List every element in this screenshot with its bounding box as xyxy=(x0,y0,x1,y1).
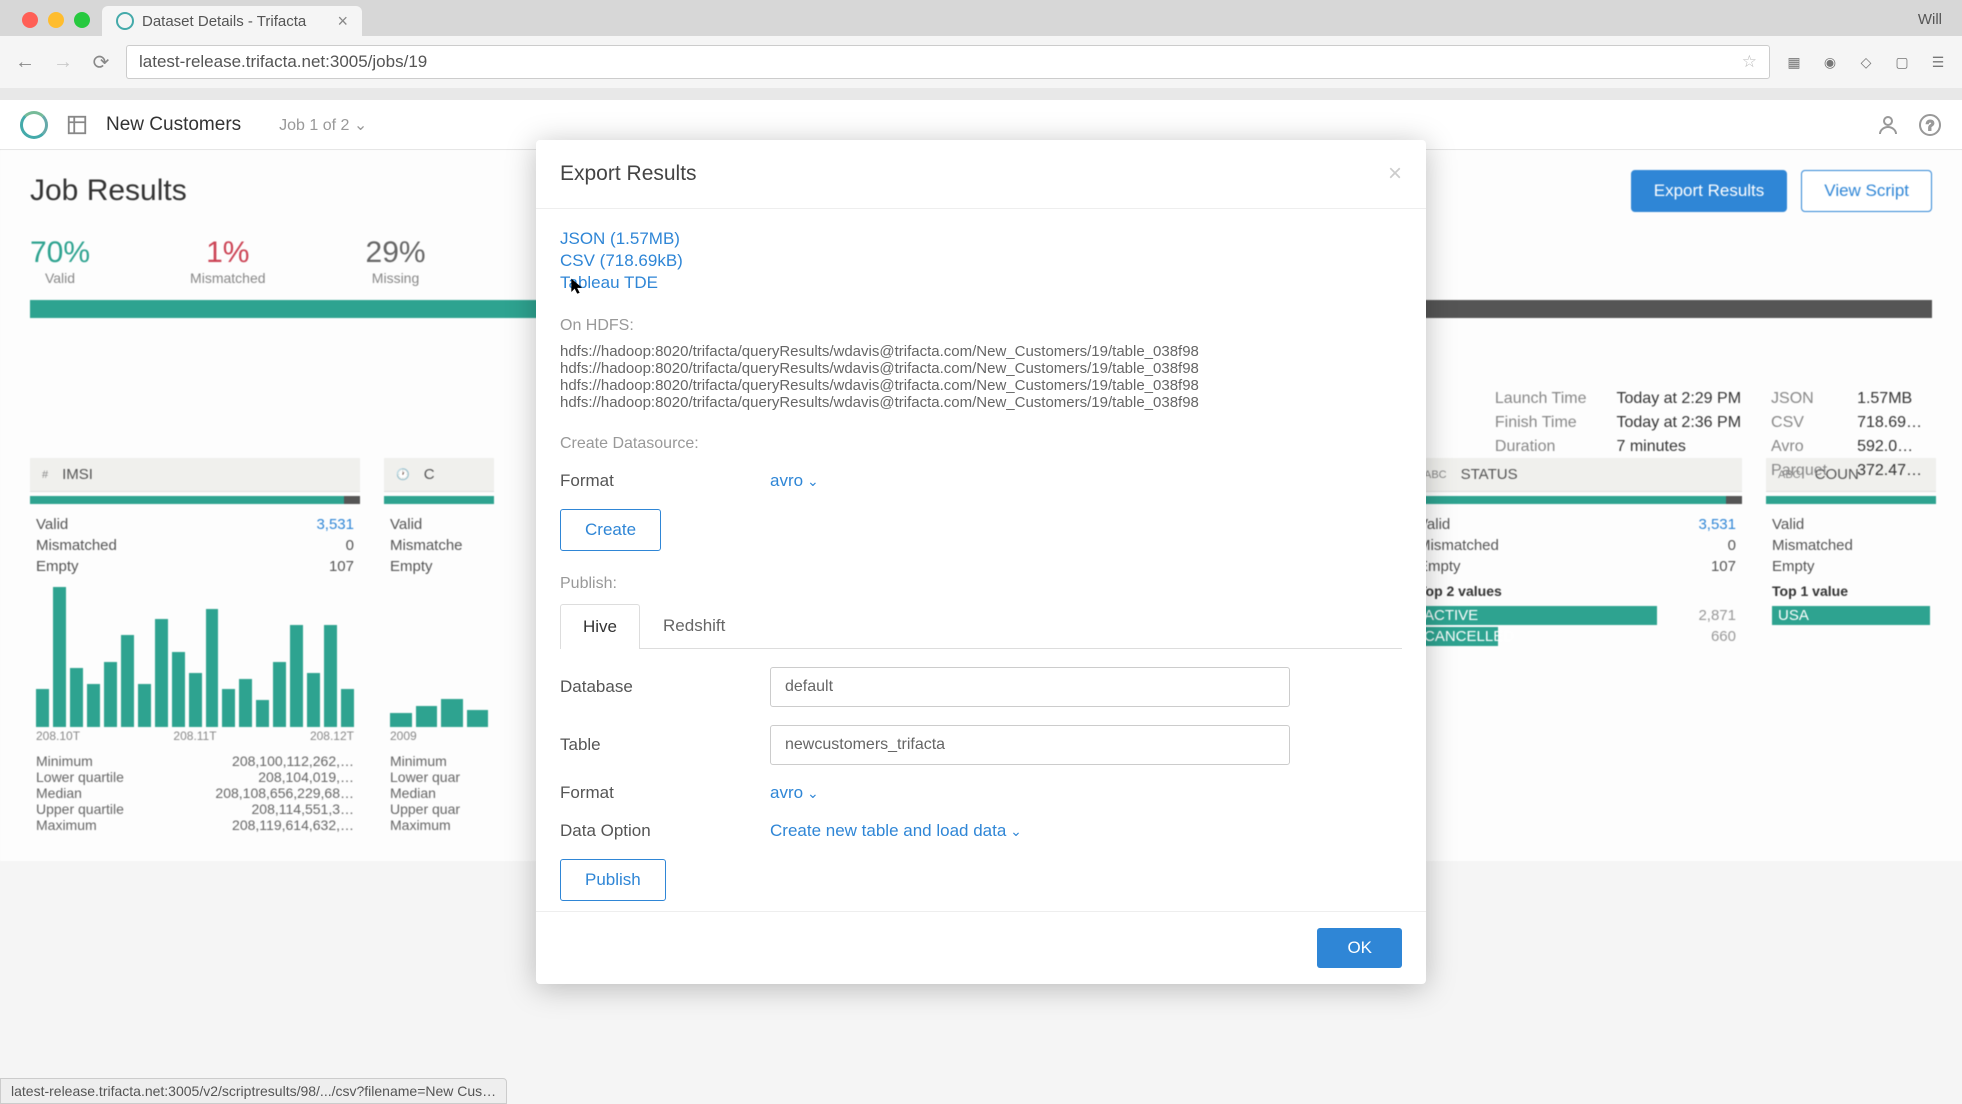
column-imsi: #IMSI Valid3,531 Mismatched0 Empty107 20… xyxy=(30,458,360,841)
close-icon[interactable]: × xyxy=(1388,160,1402,188)
dataset-name: New Customers xyxy=(106,114,241,136)
column-status: ABCSTATUS Valid3,531 Mismatched0 Empty10… xyxy=(1412,458,1742,841)
format-dropdown[interactable]: avro xyxy=(770,471,819,491)
tab-redshift[interactable]: Redshift xyxy=(640,603,748,648)
job-metadata: Launch TimeToday at 2:29 PM JSON1.57MB F… xyxy=(1495,390,1922,480)
hdfs-path: hdfs://hadoop:8020/trifacta/queryResults… xyxy=(560,377,1402,394)
export-results-modal: Export Results × JSON (1.57MB) CSV (718.… xyxy=(536,140,1426,984)
ok-button[interactable]: OK xyxy=(1317,928,1402,968)
publish-label: Publish: xyxy=(560,575,1402,593)
user-menu[interactable]: Will xyxy=(1898,3,1962,36)
extension-icon[interactable]: ▦ xyxy=(1782,50,1806,74)
hdfs-path: hdfs://hadoop:8020/trifacta/queryResults… xyxy=(560,394,1402,411)
menu-icon[interactable]: ☰ xyxy=(1926,50,1950,74)
modal-title: Export Results xyxy=(560,162,697,186)
download-tde-link[interactable]: Tableau TDE xyxy=(560,273,1402,293)
bookmark-icon[interactable]: ☆ xyxy=(1742,52,1757,72)
imsi-histogram xyxy=(30,577,360,727)
help-icon[interactable]: ? xyxy=(1918,113,1942,137)
tab-hive[interactable]: Hive xyxy=(560,604,640,649)
job-nav[interactable]: Job 1 of 2 ⌄ xyxy=(279,115,367,135)
type-icon: # xyxy=(42,469,48,481)
column-date: 🕐C Valid Mismatche Empty 2009 Minimum Lo… xyxy=(384,458,494,841)
tab-close-icon[interactable]: × xyxy=(337,11,348,32)
window-controls xyxy=(10,4,102,36)
extension-icon-2[interactable]: ◉ xyxy=(1818,50,1842,74)
url-text: latest-release.trifacta.net:3005/jobs/19 xyxy=(139,52,427,72)
publish-tabs: Hive Redshift xyxy=(560,603,1402,649)
column-country: ABCCOUN Valid Mismatched Empty Top 1 val… xyxy=(1766,458,1936,841)
tab-bar: Dataset Details - Trifacta × Will xyxy=(0,0,1962,36)
tab-title: Dataset Details - Trifacta xyxy=(142,13,306,30)
minimize-window-icon[interactable] xyxy=(48,12,64,28)
clock-icon: 🕐 xyxy=(396,468,410,481)
extension-icon-3[interactable]: ◇ xyxy=(1854,50,1878,74)
table-label: Table xyxy=(560,735,770,755)
database-input[interactable] xyxy=(770,667,1290,707)
table-input[interactable] xyxy=(770,725,1290,765)
nav-right: ▦ ◉ ◇ ▢ ☰ xyxy=(1782,50,1950,74)
view-script-button[interactable]: View Script xyxy=(1801,170,1932,212)
pub-format-dropdown[interactable]: avro xyxy=(770,783,819,803)
status-bar: latest-release.trifacta.net:3005/v2/scri… xyxy=(0,1078,507,1104)
pub-format-label: Format xyxy=(560,783,770,803)
publish-button[interactable]: Publish xyxy=(560,859,666,901)
missing-pct: 29% xyxy=(366,236,426,270)
favicon-icon xyxy=(116,12,134,30)
valid-pct: 70% xyxy=(30,236,90,270)
database-label: Database xyxy=(560,677,770,697)
browser-chrome: Dataset Details - Trifacta × Will ← → ⟳ … xyxy=(0,0,1962,100)
mismatched-pct: 1% xyxy=(190,236,265,270)
extension-icon-4[interactable]: ▢ xyxy=(1890,50,1914,74)
download-json-link[interactable]: JSON (1.57MB) xyxy=(560,229,1402,249)
hdfs-path: hdfs://hadoop:8020/trifacta/queryResults… xyxy=(560,360,1402,377)
page-title: Job Results xyxy=(30,174,187,208)
nav-bar: ← → ⟳ latest-release.trifacta.net:3005/j… xyxy=(0,36,1962,88)
data-option-dropdown[interactable]: Create new table and load data xyxy=(770,821,1022,841)
download-csv-link[interactable]: CSV (718.69kB) xyxy=(560,251,1402,271)
create-datasource-label: Create Datasource: xyxy=(560,435,1402,453)
user-icon[interactable] xyxy=(1876,113,1900,137)
data-option-label: Data Option xyxy=(560,821,770,841)
format-label: Format xyxy=(560,471,770,491)
close-window-icon[interactable] xyxy=(22,12,38,28)
svg-text:?: ? xyxy=(1926,117,1934,133)
hdfs-path: hdfs://hadoop:8020/trifacta/queryResults… xyxy=(560,343,1402,360)
back-button[interactable]: ← xyxy=(12,49,38,75)
browser-tab[interactable]: Dataset Details - Trifacta × xyxy=(102,6,362,36)
sheet-icon xyxy=(66,114,88,136)
app-logo-icon[interactable] xyxy=(20,111,48,139)
create-button[interactable]: Create xyxy=(560,509,661,551)
export-results-button[interactable]: Export Results xyxy=(1631,170,1788,212)
maximize-window-icon[interactable] xyxy=(74,12,90,28)
hdfs-section-label: On HDFS: xyxy=(560,317,1402,335)
url-bar[interactable]: latest-release.trifacta.net:3005/jobs/19… xyxy=(126,45,1770,79)
forward-button: → xyxy=(50,49,76,75)
reload-button[interactable]: ⟳ xyxy=(88,49,114,75)
